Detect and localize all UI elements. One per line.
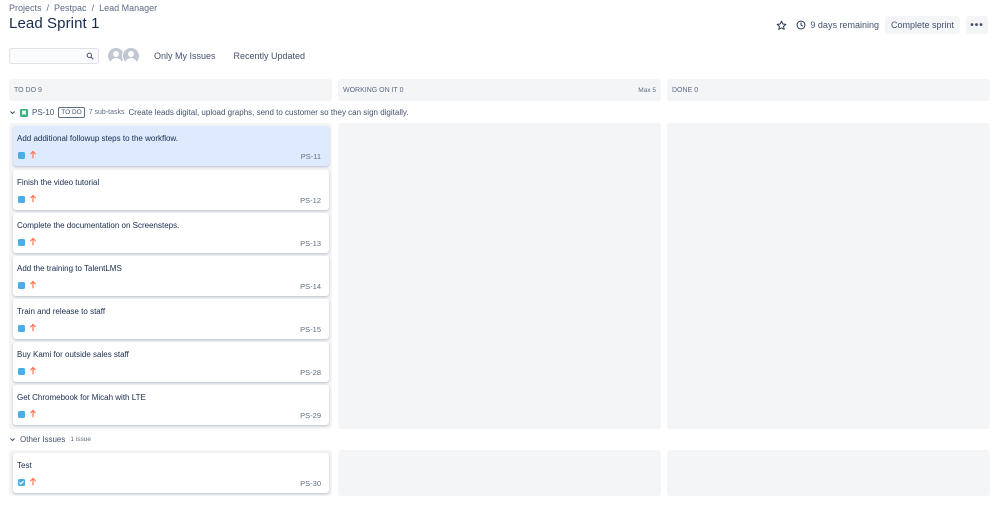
card-summary: Test xyxy=(17,461,32,470)
subtask-count: 7 sub-tasks xyxy=(88,109,125,116)
issue-card[interactable]: Add the training to TalentLMS PS-14 xyxy=(13,256,329,296)
arrow-up-icon xyxy=(29,409,37,418)
breadcrumb-project[interactable]: Pestpac xyxy=(54,3,87,13)
card-summary: Add the training to TalentLMS xyxy=(17,264,122,273)
card-summary: Finish the video tutorial xyxy=(17,178,100,187)
issue-card[interactable]: Test PS-30 xyxy=(13,453,329,493)
status-badge: TO DO xyxy=(58,107,85,118)
subtask-icon xyxy=(18,239,25,246)
column-name: DONE xyxy=(672,86,693,94)
avatar[interactable] xyxy=(122,47,140,65)
search-input[interactable] xyxy=(10,52,98,67)
subtask-icon xyxy=(18,411,25,418)
parent-key[interactable]: PS-10 xyxy=(32,108,54,117)
column-header-working: WORKING ON IT 0 Max 5 xyxy=(338,79,661,101)
column-count: 0 xyxy=(399,86,404,94)
subtask-icon xyxy=(18,325,25,332)
breadcrumb: Projects / Pestpac / Lead Manager xyxy=(9,3,157,13)
card-key[interactable]: PS-28 xyxy=(300,368,321,377)
subtask-icon xyxy=(18,282,25,289)
card-summary: Get Chromebook for Micah with LTE xyxy=(17,393,146,402)
card-key[interactable]: PS-11 xyxy=(301,152,321,161)
sprint-actions: 9 days remaining Complete sprint ••• xyxy=(774,16,988,34)
complete-sprint-button[interactable]: Complete sprint xyxy=(884,16,960,34)
issue-card[interactable]: Complete the documentation on Screenstep… xyxy=(13,213,329,253)
breadcrumb-separator: / xyxy=(46,3,50,13)
story-icon xyxy=(20,108,28,117)
arrow-up-icon xyxy=(29,280,37,289)
search-icon[interactable] xyxy=(86,52,94,60)
arrow-up-icon xyxy=(29,237,37,246)
clock-icon xyxy=(797,20,806,30)
issue-count: 1 issue xyxy=(70,436,91,443)
arrow-up-icon xyxy=(29,150,37,159)
only-my-issues-filter[interactable]: Only My Issues xyxy=(154,51,216,61)
recently-updated-filter[interactable]: Recently Updated xyxy=(234,51,306,61)
column-done-lane-2 xyxy=(667,450,990,496)
subtask-icon xyxy=(18,368,25,375)
swimlane-parent[interactable]: PS-10 TO DO 7 sub-tasks Create leads dig… xyxy=(9,107,409,118)
card-key[interactable]: PS-15 xyxy=(300,325,321,334)
search-box xyxy=(9,48,99,67)
star-icon[interactable] xyxy=(774,18,788,32)
board-filters: Only My Issues Recently Updated xyxy=(9,47,306,67)
card-key[interactable]: PS-30 xyxy=(300,479,321,488)
breadcrumb-separator: / xyxy=(91,3,95,13)
page-title: Lead Sprint 1 xyxy=(9,15,100,32)
column-name: TO DO xyxy=(14,86,37,94)
column-max: Max 5 xyxy=(638,86,656,94)
column-working-lane-2 xyxy=(338,450,661,496)
column-working-lane-1 xyxy=(338,123,661,429)
column-done-lane-1 xyxy=(667,123,990,429)
more-actions-button[interactable]: ••• xyxy=(966,16,988,34)
card-key[interactable]: PS-13 xyxy=(300,239,321,248)
arrow-up-icon xyxy=(29,477,37,486)
parent-summary: Create leads digital, upload graphs, sen… xyxy=(128,108,409,117)
sprint-remaining: 9 days remaining xyxy=(796,20,879,30)
card-key[interactable]: PS-29 xyxy=(300,411,321,420)
card-key[interactable]: PS-12 xyxy=(300,196,321,205)
issue-card[interactable]: Train and release to staff PS-15 xyxy=(13,299,329,339)
arrow-up-icon xyxy=(29,194,37,203)
breadcrumb-projects[interactable]: Projects xyxy=(9,3,42,13)
issue-card[interactable]: Buy Kami for outside sales staff PS-28 xyxy=(13,342,329,382)
avatar-filter-group xyxy=(107,47,140,65)
remaining-text: 9 days remaining xyxy=(810,20,879,30)
chevron-down-icon[interactable] xyxy=(9,109,16,116)
breadcrumb-board[interactable]: Lead Manager xyxy=(99,3,157,13)
issue-card[interactable]: Finish the video tutorial PS-12 xyxy=(13,170,329,210)
card-summary: Add additional followup steps to the wor… xyxy=(17,134,178,143)
subtask-icon xyxy=(18,152,25,159)
arrow-up-icon xyxy=(29,366,37,375)
chevron-down-icon[interactable] xyxy=(9,436,16,443)
swimlane-label: Other Issues xyxy=(20,435,66,444)
column-header-done: DONE 0 xyxy=(667,79,990,101)
arrow-up-icon xyxy=(29,323,37,332)
issue-card[interactable]: Add additional followup steps to the wor… xyxy=(13,126,329,166)
card-summary: Complete the documentation on Screenstep… xyxy=(17,221,180,230)
card-summary: Train and release to staff xyxy=(17,307,106,316)
column-count: 9 xyxy=(38,86,42,94)
column-name: WORKING ON IT xyxy=(343,86,398,94)
card-summary: Buy Kami for outside sales staff xyxy=(17,350,129,359)
column-count: 0 xyxy=(694,86,699,94)
issue-card[interactable]: Get Chromebook for Micah with LTE PS-29 xyxy=(13,385,329,425)
swimlane-other[interactable]: Other Issues 1 issue xyxy=(9,435,91,444)
column-header-todo: TO DO 9 xyxy=(9,79,332,101)
task-checkbox-icon xyxy=(18,479,25,486)
subtask-icon xyxy=(18,196,25,203)
card-key[interactable]: PS-14 xyxy=(300,282,321,291)
